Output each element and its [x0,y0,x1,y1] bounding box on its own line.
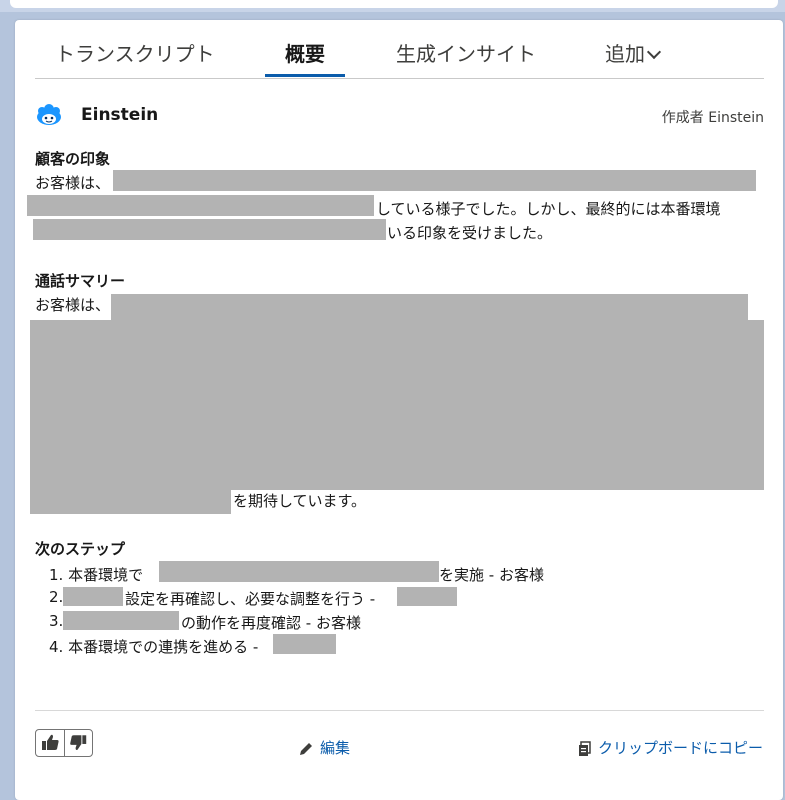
summary-line1: お客様は、 [35,296,111,314]
einstein-header: Einstein 作成者 Einstein [35,104,764,128]
tab-more[interactable]: 追加 [605,38,662,67]
next-step-item: 4. 本番環境での連携を進める - [49,636,258,657]
thumbs-down-icon [70,735,87,750]
step-text-end: を実施 - お客様 [439,566,544,584]
next-steps-title: 次のステップ [35,540,126,558]
redaction [159,561,439,582]
previous-card-edge [10,0,778,8]
feedback-buttons [35,729,93,757]
edit-button[interactable]: 編集 [298,737,350,758]
tab-generated-insights[interactable]: 生成インサイト [396,38,536,67]
step-text-end: 設定を再確認し、必要な調整を行う - [125,590,376,608]
thumbs-down-button[interactable] [65,730,93,756]
impression-line1: お客様は、 [35,174,111,192]
redaction [27,195,374,216]
pencil-icon [300,742,312,755]
redaction [273,634,336,654]
active-tab-indicator [265,74,345,77]
tab-summary[interactable]: 概要 [285,38,325,67]
top-strip [0,0,785,12]
copy-to-clipboard-button[interactable]: クリップボードにコピー [578,737,763,758]
einstein-name: Einstein [81,105,159,125]
summary-title: 通話サマリー [35,272,126,290]
footer-divider [35,710,764,711]
chevron-down-icon [646,44,662,60]
redaction [397,587,457,606]
redaction [63,611,179,630]
impression-line2: している様子でした。しかし、最終的には本番環境 [376,200,721,218]
author-label: 作成者 Einstein [661,110,764,126]
edit-label: 編集 [320,739,351,757]
redaction [30,488,231,514]
step-number: 4. [49,638,64,656]
tab-bar: トランスクリプト 概要 生成インサイト 追加 [35,20,764,79]
redaction [33,219,386,240]
step-number: 2. [49,588,64,606]
redaction [63,587,123,606]
clipboard-icon [578,740,591,756]
redaction [113,170,756,191]
step-text-end: の動作を再度確認 - お客様 [181,614,361,632]
step-text-start: 本番環境で [68,566,144,584]
einstein-icon [37,104,61,125]
tab-transcript[interactable]: トランスクリプト [55,38,215,67]
redaction [111,294,748,322]
impression-title: 顧客の印象 [35,150,111,168]
redaction [30,320,764,490]
impression-line3: いる印象を受けました。 [387,224,553,242]
next-step-item: 1. 本番環境で [49,564,143,585]
thumbs-up-button[interactable] [36,730,64,756]
tab-more-label: 追加 [605,42,645,66]
step-number: 1. [49,566,64,584]
step-text-start: 本番環境での連携を進める - [68,638,259,656]
summary-card: トランスクリプト 概要 生成インサイト 追加 Einstein 作成者 Eins… [15,20,783,800]
summary-last-line: を期待しています。 [233,492,367,510]
step-number: 3. [49,612,64,630]
copy-label: クリップボードにコピー [597,739,763,757]
thumbs-up-icon [42,734,59,750]
